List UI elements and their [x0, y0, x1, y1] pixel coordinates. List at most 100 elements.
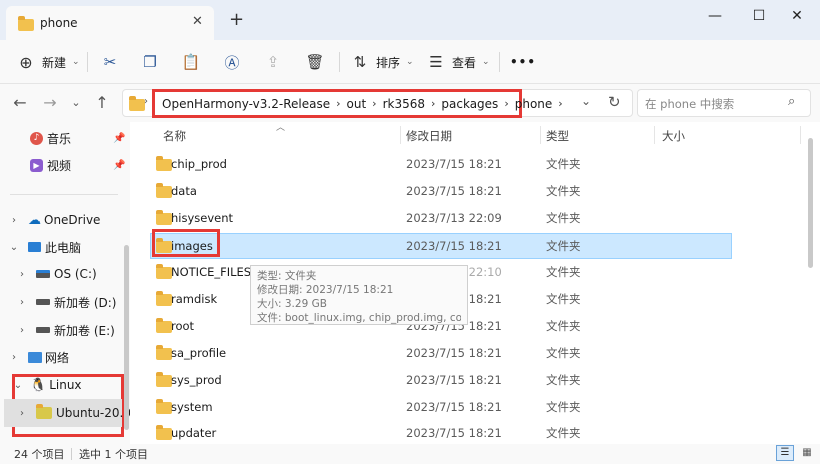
address-dropdown-icon[interactable]: ⌄	[581, 94, 591, 108]
file-name: ramdisk	[171, 292, 218, 306]
sidebar-item-video[interactable]: ▶ 视频 📌	[0, 152, 125, 178]
rename-icon: Ⓐ	[224, 53, 240, 72]
divider	[10, 194, 118, 195]
divider	[654, 126, 655, 144]
table-row[interactable]: sa_profile 2023/7/15 18:21 文件夹	[150, 340, 732, 366]
drive-icon	[36, 327, 50, 333]
new-button[interactable]: ⊕ 新建 ⌄	[16, 46, 79, 78]
table-row[interactable]: system 2023/7/15 18:21 文件夹	[150, 394, 732, 420]
file-name: sa_profile	[171, 346, 227, 360]
crumb-openharmony[interactable]: OpenHarmony-v3.2-Release	[159, 97, 333, 111]
search-box[interactable]: 在 phone 中搜索 ⌕	[637, 89, 811, 117]
tiles-view-icon[interactable]: ▦	[799, 445, 815, 461]
chevron-right-icon: ›	[144, 96, 148, 107]
close-button[interactable]: ✕	[774, 0, 820, 32]
back-button[interactable]: ←	[6, 89, 34, 115]
arrow-right-icon: →	[43, 92, 57, 112]
up-button[interactable]: ↑	[88, 89, 116, 115]
chevron-down-icon: ⌄	[406, 57, 414, 67]
sidebar-item-drive-d[interactable]: › 新加卷 (D:)	[0, 289, 116, 315]
chevron-right-icon[interactable]: ›	[8, 215, 20, 226]
view-button[interactable]: ☰ 查看 ⌄	[426, 46, 489, 78]
sidebar-item-label: 音乐	[47, 131, 72, 146]
column-date[interactable]: 修改日期	[406, 128, 452, 144]
sidebar-item-drive-c[interactable]: › OS (C:)	[0, 261, 97, 287]
divider	[71, 448, 72, 460]
sidebar-item-onedrive[interactable]: › ☁ OneDrive	[0, 207, 100, 233]
tooltip-date: 修改日期: 2023/7/15 18:21	[257, 284, 394, 296]
table-row[interactable]: updater 2023/7/15 18:21 文件夹	[150, 420, 732, 446]
tab-phone[interactable]: phone ✕	[6, 6, 214, 40]
status-bar: 24 个项目 选中 1 个项目 ☰ ▦	[0, 444, 820, 464]
computer-icon	[28, 242, 41, 252]
crumb-phone[interactable]: phone	[512, 97, 556, 111]
divider	[400, 126, 401, 144]
rename-button[interactable]: Ⓐ	[222, 46, 242, 78]
column-type[interactable]: 类型	[546, 128, 569, 144]
sidebar-scrollbar[interactable]	[124, 245, 129, 430]
sidebar-item-this-pc[interactable]: ⌄ 此电脑	[0, 234, 81, 260]
minimize-button[interactable]: —	[692, 0, 738, 32]
pin-icon[interactable]: 📌	[113, 160, 125, 171]
column-size[interactable]: 大小	[662, 128, 685, 144]
paste-button[interactable]: 📋	[181, 46, 201, 78]
file-type: 文件夹	[546, 292, 581, 306]
chevron-right-icon[interactable]: ›	[16, 325, 28, 336]
table-row[interactable]: sys_prod 2023/7/15 18:21 文件夹	[150, 367, 732, 393]
sidebar-item-music[interactable]: ♪ 音乐 📌	[0, 125, 125, 151]
chevron-right-icon[interactable]: ›	[555, 97, 565, 110]
folder-icon	[129, 96, 145, 111]
chevron-right-icon[interactable]: ›	[16, 408, 28, 419]
chevron-right-icon[interactable]: ›	[428, 97, 438, 110]
refresh-icon[interactable]: ↻	[608, 93, 621, 111]
file-name: updater	[171, 426, 217, 440]
scissors-icon: ✂	[103, 53, 117, 71]
crumb-out[interactable]: out	[344, 97, 370, 111]
divider	[87, 52, 88, 72]
item-count: 24 个项目	[14, 448, 65, 461]
chevron-right-icon[interactable]: ›	[333, 97, 343, 110]
search-icon[interactable]: ⌕	[788, 94, 795, 109]
sidebar-item-linux[interactable]: ⌄ 🐧 Linux	[0, 372, 82, 398]
chevron-right-icon[interactable]: ›	[369, 97, 379, 110]
divider	[540, 126, 541, 144]
file-name: hisysevent	[171, 211, 234, 225]
copy-button[interactable]: ❐	[140, 46, 160, 78]
tooltip-files: 文件: boot_linux.img, chip_prod.img, confi…	[257, 312, 461, 324]
close-tab-icon[interactable]: ✕	[192, 14, 203, 29]
cut-button[interactable]: ✂	[100, 46, 120, 78]
details-view-icon[interactable]: ☰	[776, 445, 794, 461]
pin-icon[interactable]: 📌	[113, 133, 125, 144]
new-tab-button[interactable]: +	[229, 9, 244, 30]
delete-button[interactable]: 🗑	[305, 46, 325, 78]
crumb-rk3568[interactable]: rk3568	[380, 97, 428, 111]
crumb-packages[interactable]: packages	[438, 97, 501, 111]
chevron-right-icon[interactable]: ›	[8, 352, 20, 363]
sidebar-item-drive-e[interactable]: › 新加卷 (E:)	[0, 317, 115, 343]
chevron-down-icon[interactable]: ⌄	[8, 242, 20, 253]
selected-count: 选中 1 个项目	[79, 448, 148, 461]
more-options-button[interactable]: •••	[510, 46, 536, 78]
forward-button[interactable]: →	[36, 89, 64, 115]
sidebar-item-label: 新加卷 (D:)	[54, 295, 117, 310]
sidebar-item-network[interactable]: › 网络	[0, 344, 69, 370]
recent-button[interactable]: ⌄	[62, 89, 90, 115]
column-name[interactable]: 名称	[163, 128, 186, 144]
chevron-right-icon[interactable]: ›	[16, 297, 28, 308]
chevron-right-icon[interactable]: ›	[16, 269, 28, 280]
chevron-down-icon[interactable]: ⌄	[12, 380, 24, 391]
table-row[interactable]: data 2023/7/15 18:21 文件夹	[150, 178, 732, 204]
content-scrollbar[interactable]	[808, 138, 813, 268]
file-type: 文件夹	[546, 265, 581, 279]
folder-icon	[156, 318, 172, 333]
file-type: 文件夹	[546, 239, 581, 253]
tooltip-type: 类型: 文件夹	[257, 270, 317, 282]
share-button[interactable]: ⇪	[263, 46, 283, 78]
network-icon	[28, 351, 42, 363]
sidebar-item-ubuntu[interactable]: › Ubuntu-20.04	[0, 400, 139, 426]
table-row[interactable]: chip_prod 2023/7/15 18:21 文件夹	[150, 151, 732, 177]
sort-button[interactable]: ⇅ 排序 ⌄	[350, 46, 414, 78]
table-row[interactable]: hisysevent 2023/7/13 22:09 文件夹	[150, 205, 732, 231]
chevron-right-icon[interactable]: ›	[501, 97, 511, 110]
table-row-selected[interactable]: images 2023/7/15 18:21 文件夹	[150, 233, 732, 259]
